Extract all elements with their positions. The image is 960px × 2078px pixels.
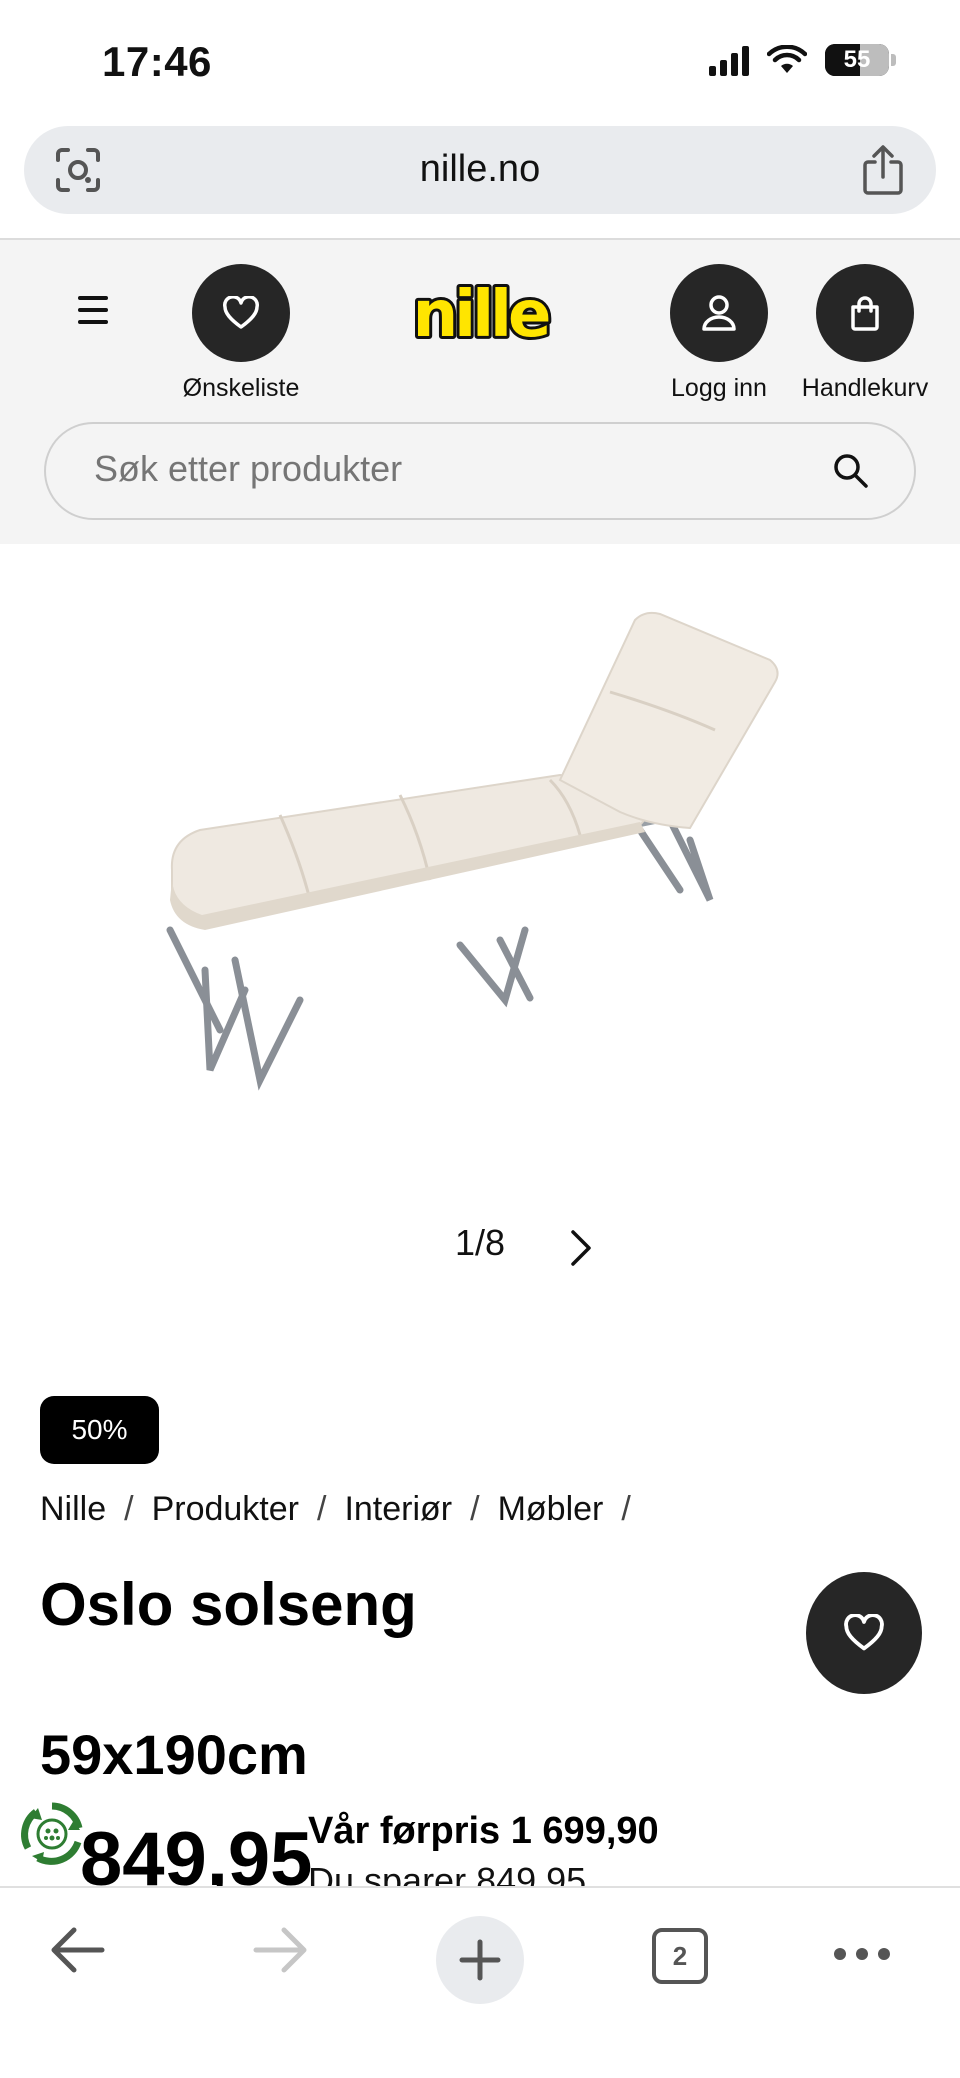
product-size: 59x190cm	[40, 1723, 308, 1786]
svg-text:nille: nille	[413, 278, 549, 350]
search-box[interactable]	[44, 422, 916, 520]
breadcrumb-item[interactable]: Interiør	[344, 1490, 452, 1529]
search-icon[interactable]	[832, 452, 870, 490]
address-bar[interactable]: nille.no	[24, 126, 936, 214]
image-pager: 1/8	[0, 1222, 960, 1266]
breadcrumb-item[interactable]: Produkter	[152, 1490, 299, 1529]
wifi-icon	[767, 45, 807, 73]
chevron-right-icon[interactable]	[568, 1228, 594, 1268]
breadcrumb-separator: /	[124, 1490, 134, 1528]
plus-icon	[459, 1939, 501, 1981]
cart-label[interactable]: Handlekurv	[796, 374, 934, 403]
wishlist-button[interactable]	[192, 264, 290, 362]
breadcrumb-item[interactable]: Møbler	[498, 1490, 604, 1529]
share-icon[interactable]	[860, 144, 906, 196]
heart-icon	[844, 1614, 884, 1651]
more-menu-icon[interactable]	[834, 1948, 890, 1960]
heart-icon	[223, 296, 259, 329]
breadcrumb-item[interactable]: Nille	[40, 1490, 106, 1529]
site-header: Ønskeliste nille Logg inn Handlekurv	[0, 240, 960, 544]
recycle-badge-icon[interactable]	[18, 1800, 86, 1868]
status-bar: 17:46 55	[0, 0, 960, 120]
breadcrumb-separator: /	[316, 1490, 327, 1528]
cellular-signal-icon	[709, 44, 749, 76]
previous-price: Vår førpris 1 699,90	[308, 1810, 659, 1852]
battery-level: 55	[843, 46, 871, 73]
breadcrumb-separator: /	[470, 1490, 480, 1528]
discount-badge: 50%	[40, 1396, 159, 1464]
search-input[interactable]	[94, 448, 794, 490]
price-row: 849,95 Vår førpris 1 699,90 Du sparer 84…	[0, 1800, 960, 1888]
new-tab-button[interactable]	[436, 1916, 524, 2004]
hamburger-menu-icon[interactable]	[78, 296, 108, 332]
login-label[interactable]: Logg inn	[660, 374, 778, 403]
wishlist-label[interactable]: Ønskeliste	[180, 374, 302, 403]
status-icons: 55	[709, 44, 896, 76]
tab-switcher-button[interactable]: 2	[652, 1928, 708, 1984]
back-arrow-icon[interactable]	[46, 1918, 110, 1982]
browser-toolbar: 2	[0, 1886, 960, 2078]
current-price: 849,95	[80, 1817, 313, 1888]
product-title: Oslo solseng	[40, 1571, 417, 1638]
cart-button[interactable]	[816, 264, 914, 362]
breadcrumb-separator: /	[621, 1490, 631, 1528]
pager-count: 1/8	[454, 1222, 506, 1263]
status-time: 17:46	[102, 38, 212, 85]
product-image[interactable]	[150, 600, 810, 1120]
breadcrumb: Nille / Produkter / Interiør / Møbler /	[40, 1490, 649, 1529]
url-text[interactable]: nille.no	[24, 148, 936, 191]
savings-text: Du sparer 849,95	[308, 1860, 587, 1888]
shopping-bag-icon	[851, 296, 879, 331]
login-button[interactable]	[670, 264, 768, 362]
nille-logo[interactable]: nille	[402, 278, 558, 350]
forward-arrow-icon[interactable]	[248, 1918, 312, 1982]
add-to-wishlist-button[interactable]	[806, 1572, 922, 1694]
user-icon	[702, 295, 736, 331]
battery-icon: 55	[825, 44, 896, 76]
